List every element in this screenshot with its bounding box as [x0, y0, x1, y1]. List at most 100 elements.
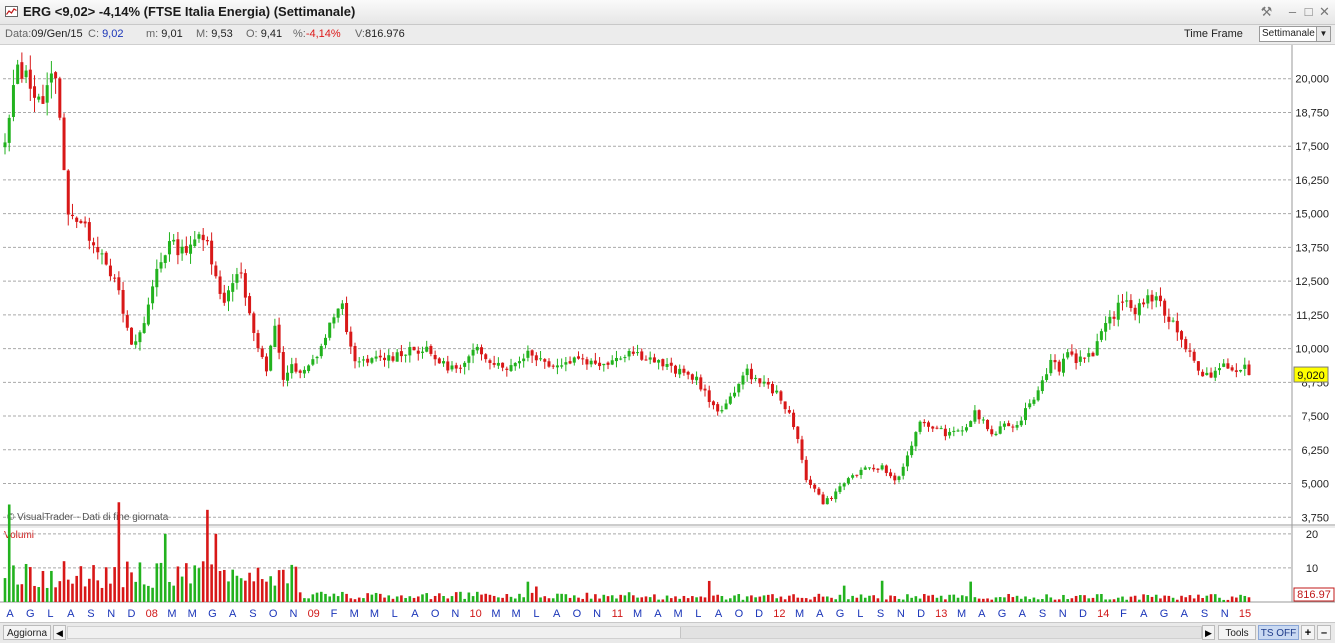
volume-bar	[1171, 597, 1175, 602]
candle	[733, 386, 737, 399]
candle	[378, 349, 382, 361]
volume-bar	[117, 502, 121, 602]
candle	[1146, 289, 1150, 309]
horizontal-scrollbar[interactable]	[67, 626, 1202, 639]
tools-button[interactable]: Tools	[1218, 625, 1256, 640]
volume-bar	[699, 596, 703, 602]
volume-bar	[425, 593, 428, 602]
price-chart[interactable]: 3,7505,0006,2507,5008,75010,00011,25012,…	[0, 45, 1335, 622]
zoom-in-button[interactable]: +	[1301, 625, 1315, 640]
refresh-button[interactable]: Aggiorna	[3, 625, 51, 640]
volume-bar	[147, 585, 150, 602]
candle	[1024, 402, 1028, 425]
scroll-right-button[interactable]: ▶	[1202, 625, 1215, 640]
volume-bar	[273, 585, 277, 602]
x-month-label: G	[208, 608, 217, 620]
dropdown-arrow-icon[interactable]: ▼	[1316, 27, 1330, 41]
candle	[197, 231, 201, 243]
volume-bar	[1083, 595, 1086, 602]
volume-bar	[1066, 599, 1069, 602]
volume-bar	[594, 594, 597, 602]
volume-bar	[168, 581, 171, 602]
watermark-text: © VisualTrader - Dati di fine giornata	[7, 512, 169, 523]
ts-off-button[interactable]: TS OFF	[1258, 625, 1299, 640]
candle	[1230, 365, 1234, 372]
candle	[130, 327, 134, 345]
volume-bar	[960, 595, 964, 602]
volume-bar	[180, 576, 184, 602]
candle	[859, 467, 863, 479]
candle	[758, 378, 762, 388]
volume-bar	[703, 597, 707, 602]
candle	[252, 311, 256, 342]
x-month-label: A	[715, 608, 723, 620]
candle	[37, 93, 41, 103]
candle	[184, 236, 188, 256]
price-tick-label: 12,500	[1295, 276, 1329, 288]
volume-bar	[885, 599, 888, 602]
volume-bar	[632, 595, 635, 602]
candle	[796, 426, 800, 444]
volume-bar	[370, 594, 374, 602]
timeframe-select[interactable]: Settimanale ▼	[1259, 26, 1331, 42]
x-month-label: D	[917, 608, 925, 620]
close-label: C:	[88, 28, 99, 40]
candle	[442, 357, 446, 367]
candle	[41, 84, 45, 104]
candle	[75, 216, 79, 229]
max-value: 9,53	[211, 28, 233, 40]
candle	[492, 355, 496, 368]
candle	[728, 392, 732, 406]
scroll-left-button[interactable]: ◀	[53, 625, 66, 640]
candle	[475, 343, 479, 354]
maximize-button[interactable]: □	[1301, 4, 1316, 19]
x-month-label: M	[167, 608, 176, 620]
last-price-text: 9,020	[1297, 370, 1325, 382]
candle	[167, 232, 171, 262]
volume-bar	[986, 598, 989, 602]
candle	[842, 482, 846, 491]
volume-bar	[1045, 594, 1048, 602]
candle	[323, 334, 327, 349]
tools-icon[interactable]: ⚒	[1259, 4, 1274, 19]
candle	[1045, 368, 1049, 383]
candle	[484, 353, 488, 363]
volume-bar	[71, 583, 74, 602]
candle	[121, 281, 125, 323]
volume-bar	[248, 572, 251, 602]
volume-bar	[252, 581, 256, 602]
candle	[243, 269, 247, 306]
volume-bar	[7, 504, 11, 602]
zoom-out-button[interactable]: –	[1317, 625, 1331, 640]
candle	[568, 356, 572, 365]
candle	[551, 364, 555, 370]
candle	[16, 59, 20, 85]
candle	[914, 431, 918, 452]
volume-bar	[737, 594, 741, 602]
scroll-thumb[interactable]	[680, 627, 1202, 638]
volume-bar	[539, 597, 542, 602]
candle	[964, 423, 968, 433]
x-year-label: 15	[1239, 608, 1251, 620]
volume-bar	[779, 596, 783, 602]
volume-bar	[54, 587, 57, 602]
volume-bar	[1167, 595, 1171, 602]
volume-bar	[438, 593, 441, 602]
volume-bar	[446, 598, 450, 602]
price-tick-label: 11,250	[1296, 310, 1329, 322]
volume-bar	[572, 595, 576, 602]
candle	[990, 425, 994, 437]
volume-bar	[1222, 599, 1225, 602]
volume-bar	[353, 599, 357, 602]
candle	[125, 310, 129, 331]
price-tick-label: 6,250	[1301, 445, 1329, 457]
candle	[547, 358, 551, 368]
volume-bar	[509, 596, 513, 602]
x-month-label: L	[533, 608, 539, 620]
candle	[231, 274, 235, 302]
close-button[interactable]: ✕	[1317, 4, 1332, 19]
volume-bar	[931, 594, 935, 602]
candle	[589, 358, 593, 368]
minimize-button[interactable]: –	[1285, 4, 1300, 19]
volume-bar	[1116, 597, 1120, 602]
